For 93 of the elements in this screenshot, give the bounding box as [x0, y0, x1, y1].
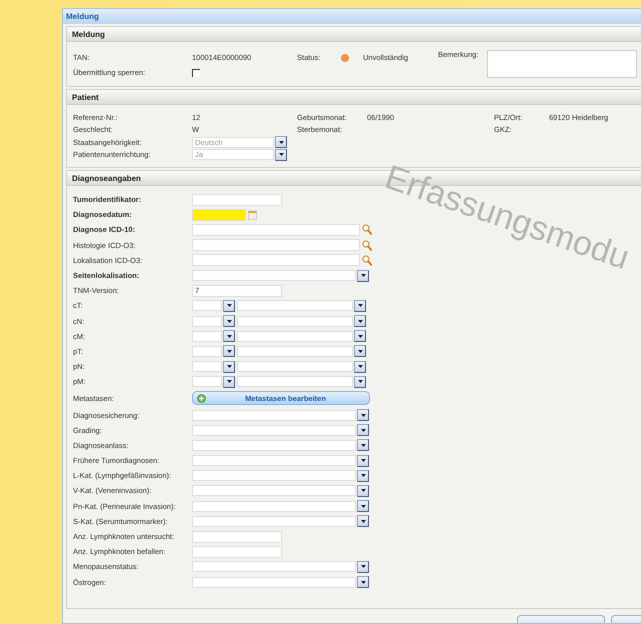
select-field[interactable] — [237, 330, 353, 342]
dropdown-button[interactable] — [223, 360, 235, 373]
caret-icon — [360, 580, 366, 584]
caret-icon — [358, 304, 362, 308]
section-title: Meldung — [72, 30, 105, 38]
footer-button[interactable] — [611, 615, 641, 623]
caret-icon — [358, 365, 362, 368]
select-field[interactable] — [192, 410, 356, 421]
select-field[interactable] — [192, 270, 356, 282]
caret-icon — [360, 565, 366, 568]
dropdown-button[interactable] — [357, 454, 369, 467]
dropdown-button[interactable] — [223, 315, 235, 328]
section-title: Patient — [72, 92, 99, 102]
dropdown-button[interactable] — [357, 270, 369, 282]
checkbox[interactable] — [192, 68, 200, 76]
dropdown-button[interactable] — [357, 484, 369, 497]
caret-icon — [358, 380, 362, 384]
caret-icon — [226, 320, 232, 323]
caret-icon — [226, 334, 232, 338]
input-field[interactable] — [192, 254, 360, 266]
select-field[interactable] — [192, 346, 222, 357]
select-field[interactable] — [192, 316, 222, 327]
caret-icon — [360, 274, 366, 278]
caret-icon — [360, 504, 366, 508]
select-field[interactable] — [192, 361, 222, 372]
select-field[interactable] — [192, 500, 356, 512]
select-field[interactable] — [192, 330, 222, 342]
select-field[interactable] — [192, 485, 356, 496]
caret-icon — [226, 350, 232, 353]
select-field[interactable] — [192, 440, 356, 451]
caret-icon — [360, 444, 366, 447]
add-icon — [197, 394, 206, 403]
dropdown-button[interactable] — [223, 345, 235, 358]
window-title: Meldung — [66, 12, 99, 21]
caret-icon — [278, 140, 284, 144]
caret-icon — [226, 380, 232, 384]
dropdown-button[interactable] — [354, 315, 366, 328]
dropdown-button[interactable] — [357, 409, 369, 422]
select-field[interactable] — [237, 316, 353, 327]
caret-icon — [360, 489, 366, 492]
select-field[interactable] — [192, 516, 356, 527]
dropdown-button[interactable] — [357, 500, 369, 512]
select-field[interactable] — [192, 455, 356, 466]
caret-icon — [360, 474, 366, 478]
caret-icon — [226, 304, 232, 308]
caret-icon — [278, 153, 284, 156]
select-field[interactable] — [192, 470, 356, 482]
dropdown-button[interactable] — [357, 560, 369, 573]
select-field[interactable] — [192, 424, 356, 436]
select-field[interactable] — [192, 576, 356, 588]
caret-icon — [360, 414, 366, 417]
select-field[interactable] — [192, 376, 222, 388]
dropdown-button[interactable] — [354, 376, 366, 388]
dropdown-button[interactable] — [357, 576, 369, 588]
select-field[interactable] — [192, 300, 222, 312]
caret-icon — [360, 520, 366, 523]
search-icon[interactable] — [362, 240, 372, 251]
dropdown-button[interactable] — [275, 148, 287, 161]
caret-icon — [358, 350, 362, 353]
input-field[interactable] — [192, 530, 282, 543]
dropdown-button[interactable] — [357, 515, 369, 528]
select-field[interactable] — [237, 361, 353, 372]
dropdown-button[interactable] — [357, 470, 369, 482]
search-icon[interactable] — [362, 224, 372, 236]
input-field[interactable] — [192, 224, 360, 236]
remark-field[interactable] — [487, 50, 637, 78]
dropdown-button[interactable] — [357, 439, 369, 452]
dropdown-button[interactable] — [354, 330, 366, 342]
dropdown-button[interactable] — [357, 424, 369, 436]
select-field[interactable] — [237, 376, 353, 388]
date-field[interactable] — [192, 208, 246, 221]
dropdown-button[interactable] — [354, 300, 366, 312]
search-icon[interactable] — [362, 254, 372, 266]
section-title: Diagnoseangaben — [72, 174, 141, 182]
dropdown-button[interactable] — [223, 376, 235, 388]
footer-button[interactable] — [517, 615, 605, 623]
dropdown-button[interactable] — [223, 300, 235, 312]
select-field[interactable] — [192, 561, 356, 572]
caret-icon — [358, 320, 362, 323]
dropdown-button[interactable] — [354, 360, 366, 373]
dropdown-button[interactable] — [223, 330, 235, 342]
select-field[interactable] — [237, 346, 353, 357]
dropdown-button[interactable] — [275, 136, 287, 148]
dropdown-button[interactable] — [354, 345, 366, 358]
input-field[interactable] — [192, 194, 282, 206]
caret-icon — [360, 459, 366, 462]
input-field[interactable] — [192, 546, 282, 558]
select-field[interactable] — [237, 300, 353, 312]
calendar-icon[interactable] — [248, 210, 257, 220]
caret-icon — [360, 428, 366, 432]
caret-icon — [226, 365, 232, 368]
input-field[interactable] — [192, 239, 360, 252]
caret-icon — [358, 334, 362, 338]
